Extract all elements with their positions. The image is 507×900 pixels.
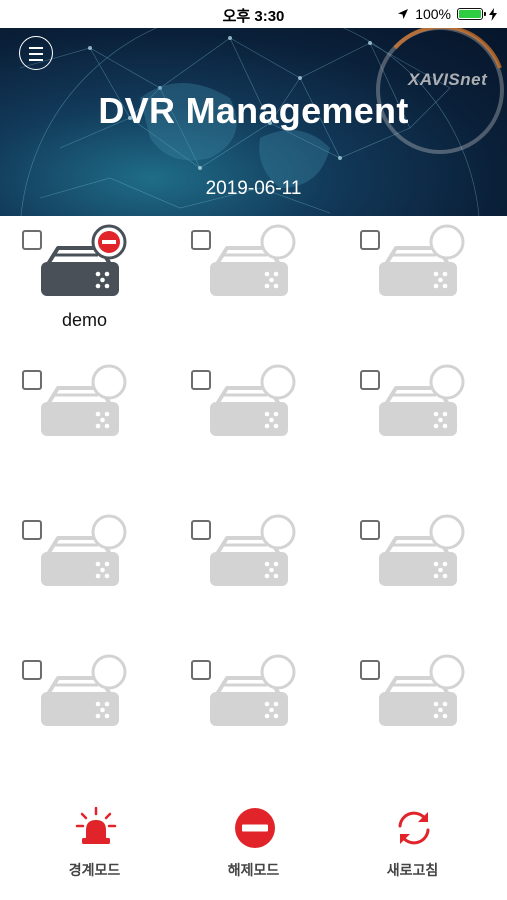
dvr-empty-icon <box>379 364 465 436</box>
dvr-empty-icon <box>379 224 465 296</box>
dvr-checkbox[interactable] <box>22 370 42 390</box>
dvr-empty-icon <box>379 514 465 586</box>
dvr-empty-icon <box>210 514 296 586</box>
refresh-label: 새로고침 <box>386 862 439 878</box>
disarm-mode-label: 해제모드 <box>227 862 280 878</box>
refresh-icon <box>398 811 430 845</box>
dvr-tile[interactable] <box>169 506 338 646</box>
dvr-empty-icon <box>210 364 296 436</box>
dvr-tile[interactable] <box>0 356 169 496</box>
dvr-tile[interactable] <box>338 356 507 496</box>
charging-bolt-icon <box>489 7 497 21</box>
menu-button[interactable] <box>19 36 53 70</box>
dvr-tile[interactable] <box>0 646 169 786</box>
dvr-tile[interactable] <box>169 216 338 356</box>
dvr-checkbox[interactable] <box>191 660 211 680</box>
dvr-checkbox[interactable] <box>22 230 42 250</box>
battery-icon <box>457 8 486 20</box>
dvr-tile[interactable] <box>169 356 338 496</box>
dvr-checkbox[interactable] <box>360 520 380 540</box>
alarm-mode-button[interactable]: 경계모드 <box>10 806 179 886</box>
dvr-empty-icon <box>41 654 127 726</box>
dvr-empty-icon <box>41 364 127 436</box>
dvr-empty-icon <box>210 224 296 296</box>
alarm-mode-label: 경계모드 <box>68 862 121 878</box>
page-title: DVR Management <box>98 90 409 131</box>
dvr-tile[interactable] <box>0 506 169 646</box>
dvr-tile[interactable] <box>169 646 338 786</box>
brand-logo-text: XAVISnet <box>408 70 488 89</box>
disarm-mode-button[interactable]: 해제모드 <box>169 806 338 886</box>
dvr-tile[interactable] <box>338 216 507 356</box>
dvr-checkbox[interactable] <box>191 230 211 250</box>
dvr-checkbox[interactable] <box>191 370 211 390</box>
dvr-checkbox[interactable] <box>22 660 42 680</box>
dvr-checkbox[interactable] <box>360 660 380 680</box>
dvr-checkbox[interactable] <box>191 520 211 540</box>
status-right-group: 100% <box>397 6 497 22</box>
header-date: 2019-06-11 <box>205 178 302 199</box>
dvr-tile[interactable]: demo <box>0 216 169 356</box>
header-banner: XAVISnet DVR Management 2019-06-11 <box>0 28 507 216</box>
dvr-checkbox[interactable] <box>360 370 380 390</box>
dvr-tile[interactable] <box>338 506 507 646</box>
dvr-empty-icon <box>210 654 296 726</box>
dvr-label: demo <box>61 310 108 330</box>
dvr-checkbox[interactable] <box>22 520 42 540</box>
dvr-tile[interactable] <box>338 646 507 786</box>
dvr-empty-icon <box>379 654 465 726</box>
stop-sign-icon <box>235 808 275 848</box>
refresh-button[interactable]: 새로고침 <box>328 806 497 886</box>
status-bar: 오후 3:30 100% <box>0 0 507 28</box>
dvr-active-icon <box>41 224 127 296</box>
dvr-checkbox[interactable] <box>360 230 380 250</box>
battery-percent: 100% <box>415 6 451 22</box>
location-arrow-icon <box>398 9 409 19</box>
dvr-empty-icon <box>41 514 127 586</box>
bottom-action-bar: 경계모드 해제모드 새로고침 <box>0 800 507 900</box>
siren-icon <box>75 806 117 844</box>
